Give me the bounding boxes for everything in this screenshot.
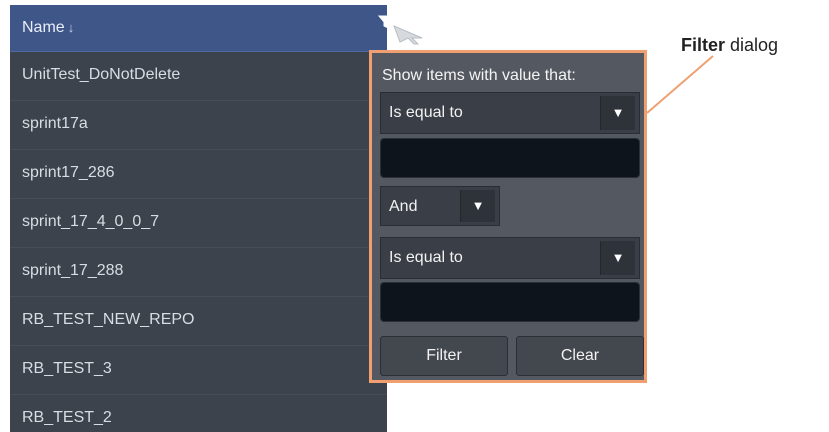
operator-select-2-value: Is equal to <box>389 249 463 266</box>
clear-button[interactable]: Clear <box>516 336 644 376</box>
filter-value-input-2[interactable] <box>380 282 640 322</box>
filter-dialog: Show items with value that: Is equal to … <box>369 50 647 383</box>
filter-button[interactable]: Filter <box>380 336 508 376</box>
name-column-header[interactable]: Name ↓ <box>22 19 74 37</box>
filter-value-input-1[interactable] <box>380 138 640 178</box>
logic-select-value: And <box>389 198 418 215</box>
operator-select-2[interactable]: Is equal to ▼ <box>380 237 640 279</box>
operator-select-1-value: Is equal to <box>389 104 463 121</box>
dropdown-caret-icon[interactable]: ▼ <box>460 190 495 222</box>
table-row[interactable]: UnitTest_DoNotDelete <box>10 52 387 101</box>
filter-dialog-label: Show items with value that: <box>382 67 576 84</box>
data-grid: Name ↓ UnitTest_DoNotDelete sprint17a spr… <box>10 5 387 432</box>
sort-down-icon: ↓ <box>67 20 75 35</box>
table-row[interactable]: sprint_17_288 <box>10 248 387 297</box>
operator-select-1[interactable]: Is equal to ▼ <box>380 92 640 134</box>
column-title: Name <box>22 19 65 36</box>
logic-select[interactable]: And ▼ <box>380 186 500 226</box>
dropdown-caret-icon[interactable]: ▼ <box>600 96 635 130</box>
dropdown-caret-icon[interactable]: ▼ <box>600 241 635 275</box>
grid-rows: UnitTest_DoNotDelete sprint17a sprint17_… <box>10 52 387 432</box>
mouse-cursor-icon <box>393 25 423 45</box>
table-row[interactable]: RB_TEST_NEW_REPO <box>10 297 387 346</box>
callout-label: Filter dialog <box>681 35 778 56</box>
table-row[interactable]: RB_TEST_3 <box>10 346 387 395</box>
table-row[interactable]: sprint17a <box>10 101 387 150</box>
table-row[interactable]: sprint_17_4_0_0_7 <box>10 199 387 248</box>
table-row[interactable]: sprint17_286 <box>10 150 387 199</box>
callout-bold: Filter <box>681 35 726 55</box>
grid-header: Name ↓ <box>10 5 387 52</box>
callout-rest: dialog <box>725 35 779 55</box>
table-row[interactable]: RB_TEST_2 <box>10 395 387 432</box>
